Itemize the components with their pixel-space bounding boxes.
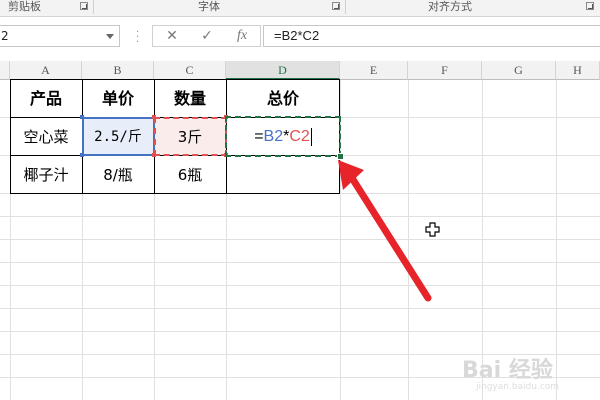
watermark-logo: Bai 经验	[462, 358, 553, 383]
cell-select-cursor-icon	[425, 222, 440, 237]
annotation-arrow	[338, 160, 432, 302]
watermark-url: jingyan.baidu.com	[476, 382, 560, 392]
arrow-shaft	[348, 174, 432, 302]
